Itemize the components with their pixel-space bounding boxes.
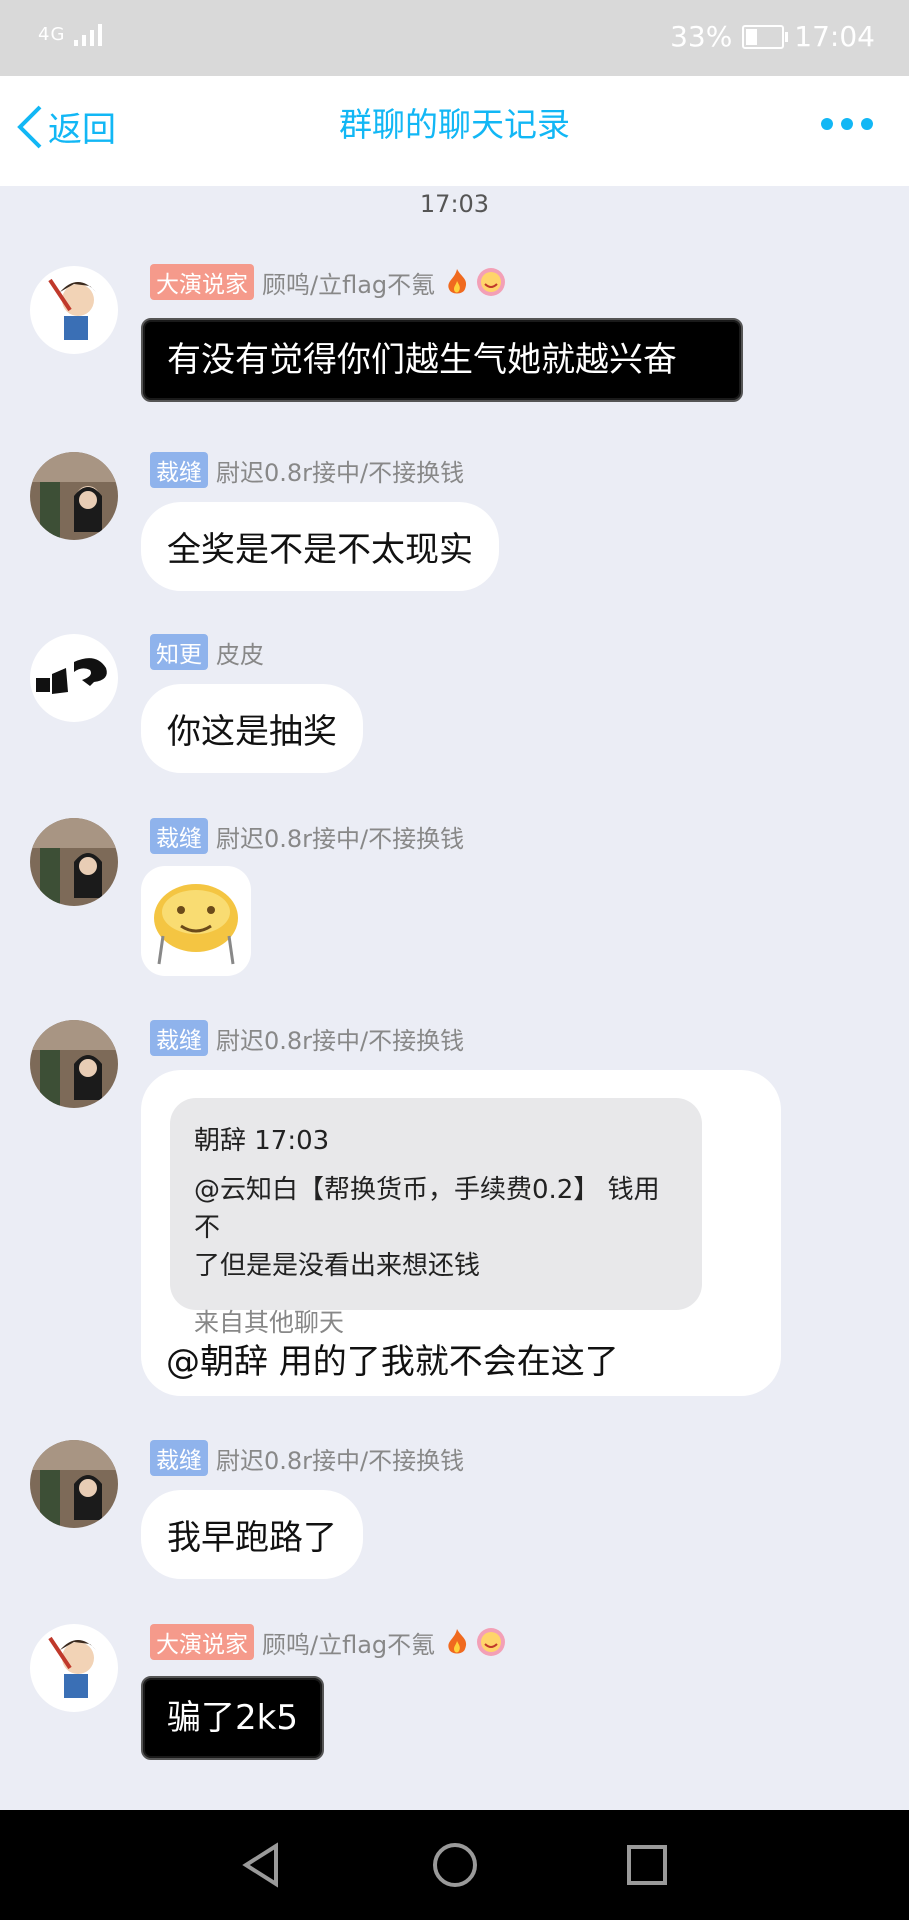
sticker-message[interactable] [141, 866, 251, 976]
message-bubble[interactable]: 全奖是不是不太现实 [141, 502, 499, 591]
member-tag: 裁缝 [150, 1020, 208, 1056]
message-bubble[interactable]: 你这是抽奖 [141, 684, 363, 773]
signal-icon: 4G [38, 22, 112, 48]
sender-name: 顾鸣/立flag不氪 [262, 270, 436, 299]
sender-line: 大演说家 顾鸣/立flag不氪 [150, 1624, 507, 1660]
message-text: @朝辞 用的了我就不会在这了 [166, 1342, 619, 1382]
avatar[interactable] [30, 634, 118, 722]
home-circle-icon[interactable] [430, 1840, 480, 1890]
back-triangle-icon[interactable] [236, 1840, 286, 1890]
sender-line: 知更 皮皮 [150, 634, 264, 670]
member-tag: 裁缝 [150, 1440, 208, 1476]
member-tag: 裁缝 [150, 452, 208, 488]
chat-timestamp: 17:03 [419, 190, 490, 218]
quote-body-line: @云知白【帮换货币，手续费0.2】 钱用不 [194, 1175, 660, 1243]
quote-body-line: 了但是是没看出来想还钱 [194, 1251, 481, 1281]
avatar[interactable] [30, 1624, 118, 1712]
member-tag: 大演说家 [150, 1624, 254, 1660]
sender-line: 裁缝 尉迟0.8r接中/不接换钱 [150, 1020, 464, 1056]
avatar[interactable] [30, 818, 118, 906]
status-right: 33% 17:04 [670, 20, 875, 53]
sender-name: 尉迟0.8r接中/不接换钱 [216, 824, 465, 853]
avatar[interactable] [30, 1440, 118, 1528]
smiley-badge-icon [477, 1628, 506, 1656]
battery-icon [742, 24, 789, 49]
recents-square-icon[interactable] [622, 1840, 672, 1890]
avatar[interactable] [30, 1020, 118, 1108]
member-tag: 知更 [150, 634, 208, 670]
sender-line: 大演说家 顾鸣/立flag不氪 [150, 264, 507, 300]
page-title: 群聊的聊天记录 [339, 105, 570, 144]
message-bubble[interactable]: 有没有觉得你们越生气她就越兴奋 [141, 318, 743, 402]
clock: 17:04 [794, 20, 875, 53]
sender-name: 尉迟0.8r接中/不接换钱 [216, 1026, 465, 1055]
message-bubble[interactable]: 骗了2k5 [141, 1676, 324, 1760]
sender-line: 裁缝 尉迟0.8r接中/不接换钱 [150, 818, 464, 854]
flame-icon [448, 269, 467, 294]
smiley-sticker [154, 884, 238, 965]
sender-line: 裁缝 尉迟0.8r接中/不接换钱 [150, 1440, 464, 1476]
sender-name: 顾鸣/立flag不氪 [262, 1630, 436, 1659]
more-dots-icon[interactable] [821, 118, 873, 130]
sender-name: 尉迟0.8r接中/不接换钱 [216, 1446, 465, 1475]
quoted-message[interactable]: 朝辞 17:03 @云知白【帮换货币，手续费0.2】 钱用不 了但是是没看出来想… [170, 1098, 702, 1337]
quote-header: 朝辞 17:03 [194, 1126, 330, 1156]
battery-percent: 33% [670, 20, 733, 53]
avatar[interactable] [30, 266, 118, 354]
flame-icon [448, 1629, 467, 1654]
member-tag: 大演说家 [150, 264, 254, 300]
member-tag: 裁缝 [150, 818, 208, 854]
smiley-badge-icon [477, 268, 506, 296]
sender-name: 皮皮 [216, 640, 264, 669]
sender-line: 裁缝 尉迟0.8r接中/不接换钱 [150, 452, 464, 488]
avatar[interactable] [30, 452, 118, 540]
network-label: 4G [38, 24, 66, 45]
sender-name: 尉迟0.8r接中/不接换钱 [216, 458, 465, 487]
message-bubble[interactable]: 我早跑路了 [141, 1490, 363, 1579]
